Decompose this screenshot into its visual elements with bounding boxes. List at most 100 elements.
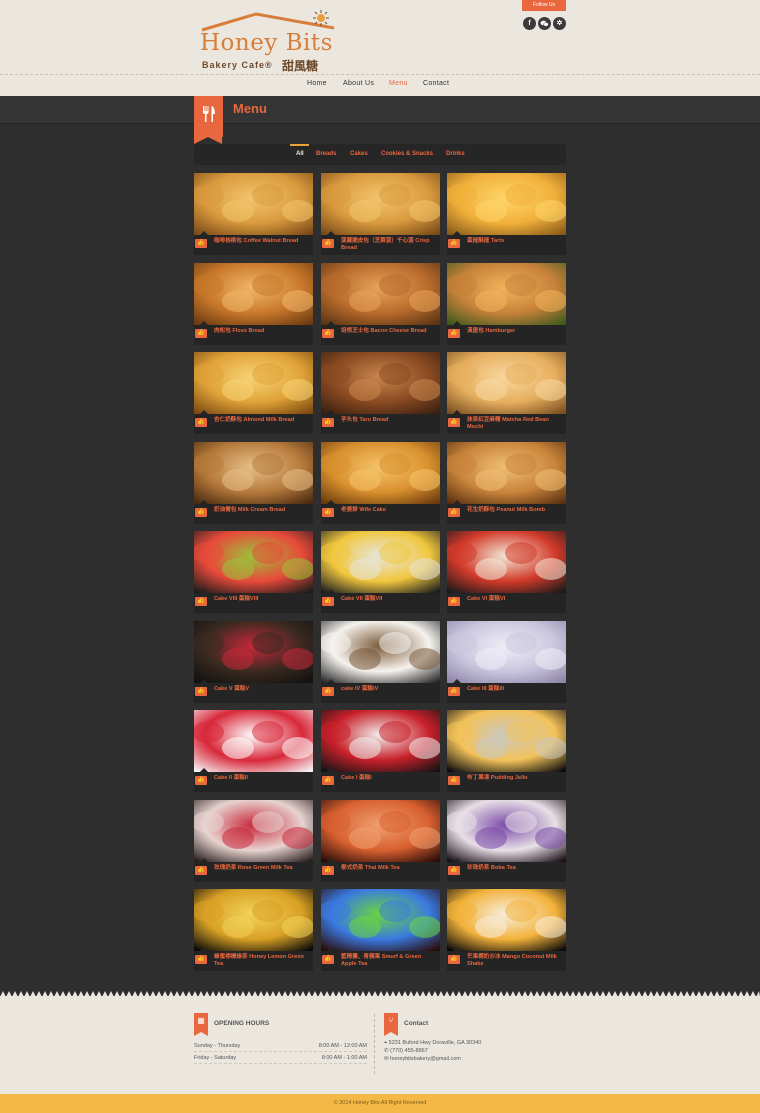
contact-email[interactable]: ✉ honeybitsbakery@gmail.com [384, 1056, 461, 1062]
contact-phone[interactable]: ✆ (770) 455-8867 [384, 1048, 428, 1054]
filter-cookies-snacks[interactable]: Cookies & Snacks [381, 151, 433, 157]
menu-item-photo[interactable] [194, 531, 313, 593]
thumbs-up-icon[interactable]: 👍 [195, 687, 207, 696]
menu-item-card[interactable]: 👍 抹茶紅豆麻糬 Matcha Red Bean Mochi [447, 352, 566, 434]
menu-item-card[interactable]: 👍 咖啡核桃包 Coffee Walnut Bread [194, 173, 313, 255]
menu-ribbon [194, 96, 223, 144]
thumbs-up-icon[interactable]: 👍 [448, 776, 460, 785]
nav-about-us[interactable]: About Us [343, 80, 374, 87]
menu-item-photo[interactable] [321, 352, 440, 414]
thumbs-up-icon[interactable]: 👍 [448, 329, 460, 338]
menu-item-card[interactable]: 👍 珍珠奶茶 Boba Tea [447, 800, 566, 882]
menu-item-card[interactable]: 👍 杏仁奶酥包 Almond Milk Bread [194, 352, 313, 434]
thumbs-up-icon[interactable]: 👍 [322, 508, 334, 517]
menu-item-card[interactable]: 👍 Cake I 蛋糕I [321, 710, 440, 792]
menu-item-photo[interactable] [447, 889, 566, 951]
menu-item-photo[interactable] [321, 442, 440, 504]
thumbs-up-icon[interactable]: 👍 [448, 239, 460, 248]
menu-item-photo[interactable] [321, 173, 440, 235]
filter-all[interactable]: All [296, 151, 304, 157]
nav-contact[interactable]: Contact [423, 80, 449, 87]
menu-item-card[interactable]: 👍 Cake VIII 蛋糕VIII [194, 531, 313, 613]
thumbs-up-icon[interactable]: 👍 [322, 597, 334, 606]
follow-us-tab: Follow Us [522, 0, 566, 11]
thumbs-up-icon[interactable]: 👍 [195, 866, 207, 875]
menu-item-card[interactable]: 👍 布丁果凍 Pudding Jello [447, 710, 566, 792]
thumbs-up-icon[interactable]: 👍 [195, 508, 207, 517]
thumbs-up-icon[interactable]: 👍 [195, 239, 207, 248]
thumbs-up-icon[interactable]: 👍 [448, 418, 460, 427]
thumbs-up-icon[interactable]: 👍 [195, 418, 207, 427]
menu-item-card[interactable]: 👍 蜂蜜檸檬綠茶 Honey Lemon Green Tea [194, 889, 313, 971]
nav-menu[interactable]: Menu [389, 80, 408, 87]
menu-item-photo[interactable] [447, 263, 566, 325]
thumbs-up-icon[interactable]: 👍 [195, 776, 207, 785]
menu-item-card[interactable]: 👍 藍精靈、青蘋果 Smurf & Green Apple Tea [321, 889, 440, 971]
thumbs-up-icon[interactable]: 👍 [448, 687, 460, 696]
thumbs-up-icon[interactable]: 👍 [322, 329, 334, 338]
menu-item-card[interactable]: 👍 芒果椰奶沙冰 Mango Coconut Milk Shake [447, 889, 566, 971]
menu-item-card[interactable]: 👍 泰式奶茶 Thai Milk Tea [321, 800, 440, 882]
thumbs-up-icon[interactable]: 👍 [322, 866, 334, 875]
menu-item-photo[interactable] [194, 710, 313, 772]
caption-notch [453, 231, 461, 235]
thumbs-up-icon[interactable]: 👍 [195, 329, 207, 338]
menu-item-photo[interactable] [447, 531, 566, 593]
thumbs-up-icon[interactable]: 👍 [448, 955, 460, 964]
thumbs-up-icon[interactable]: 👍 [195, 597, 207, 606]
menu-item-photo[interactable] [321, 710, 440, 772]
header-divider [0, 74, 760, 75]
menu-item-photo[interactable] [321, 531, 440, 593]
facebook-icon[interactable]: f [523, 17, 536, 30]
menu-item-photo[interactable] [194, 173, 313, 235]
nav-home[interactable]: Home [307, 80, 327, 87]
filter-breads[interactable]: Breads [316, 151, 336, 157]
menu-item-photo[interactable] [194, 352, 313, 414]
menu-item-card[interactable]: 👍 Cake V 蛋糕V [194, 621, 313, 703]
menu-item-card[interactable]: 👍 花生奶酥包 Peanut Milk Bomb [447, 442, 566, 524]
menu-item-card[interactable]: 👍 玫瑰奶茶 Rose Green Milk Tea [194, 800, 313, 882]
menu-item-photo[interactable] [447, 800, 566, 862]
menu-item-card[interactable]: 👍 芋头包 Taro Bread [321, 352, 440, 434]
menu-item-photo[interactable] [447, 621, 566, 683]
thumbs-up-icon[interactable]: 👍 [195, 955, 207, 964]
thumbs-up-icon[interactable]: 👍 [322, 776, 334, 785]
menu-item-card[interactable]: 👍 cake IV 蛋糕IV [321, 621, 440, 703]
thumbs-up-icon[interactable]: 👍 [322, 687, 334, 696]
menu-item-card[interactable]: 👍 Cake III 蛋糕III [447, 621, 566, 703]
thumbs-up-icon[interactable]: 👍 [448, 597, 460, 606]
thumbs-up-icon[interactable]: 👍 [322, 418, 334, 427]
menu-item-photo[interactable] [447, 710, 566, 772]
thumbs-up-icon[interactable]: 👍 [322, 239, 334, 248]
menu-item-card[interactable]: 👍 奶油餐包 Milk Cream Bread [194, 442, 313, 524]
menu-item-photo[interactable] [194, 263, 313, 325]
menu-item-card[interactable]: 👍 蛋撻酥撻 Tarts [447, 173, 566, 255]
menu-item-card[interactable]: 👍 Cake VI 蛋糕VI [447, 531, 566, 613]
menu-item-photo[interactable] [321, 263, 440, 325]
menu-item-card[interactable]: 👍 Cake VII 蛋糕VII [321, 531, 440, 613]
menu-item-card[interactable]: 👍 漢堡包 Hamburger [447, 263, 566, 345]
menu-item-photo[interactable] [321, 800, 440, 862]
menu-item-photo[interactable] [194, 442, 313, 504]
menu-item-photo[interactable] [447, 442, 566, 504]
menu-item-card[interactable]: 👍 老婆餅 Wife Cake [321, 442, 440, 524]
menu-item-card[interactable]: 👍 肉松包 Floss Bread [194, 263, 313, 345]
filter-cakes[interactable]: Cakes [350, 151, 368, 157]
yelp-icon[interactable]: ✲ [553, 17, 566, 30]
wechat-icon[interactable] [538, 17, 551, 30]
menu-item-card[interactable]: 👍 培根芝士包 Bacon Cheese Bread [321, 263, 440, 345]
menu-item-photo[interactable] [194, 800, 313, 862]
menu-item-card[interactable]: 👍 Cake II 蛋糕II [194, 710, 313, 792]
logo[interactable]: Honey Bits Bakery Cafe® 甜風糖 [196, 8, 346, 73]
menu-item-photo[interactable] [321, 621, 440, 683]
menu-item-photo[interactable] [194, 889, 313, 951]
menu-item-photo[interactable] [447, 173, 566, 235]
menu-item-card[interactable]: 👍 菠蘿脆皮包（芝蔴菠）千心菠 Crisp Bread [321, 173, 440, 255]
menu-item-photo[interactable] [194, 621, 313, 683]
thumbs-up-icon[interactable]: 👍 [322, 955, 334, 964]
filter-drinks[interactable]: Drinks [446, 151, 465, 157]
menu-item-photo[interactable] [447, 352, 566, 414]
menu-item-photo[interactable] [321, 889, 440, 951]
thumbs-up-icon[interactable]: 👍 [448, 508, 460, 517]
thumbs-up-icon[interactable]: 👍 [448, 866, 460, 875]
